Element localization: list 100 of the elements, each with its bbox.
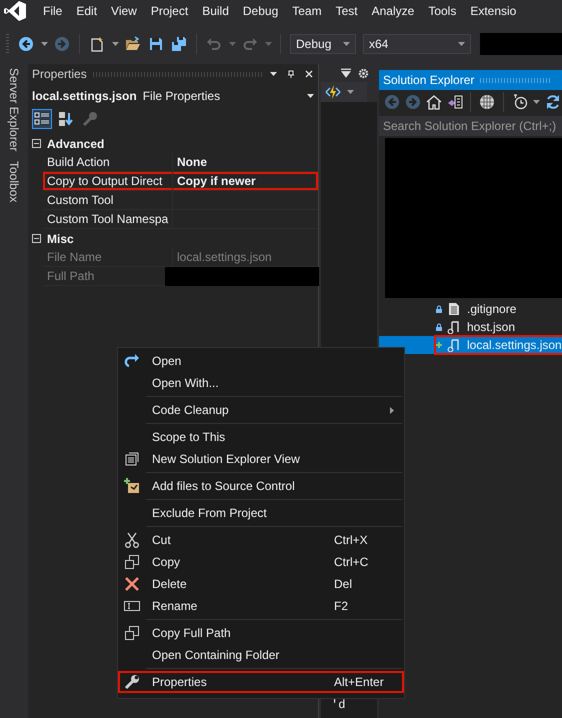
caret-icon bbox=[343, 42, 350, 46]
toolbar-button[interactable] bbox=[544, 92, 562, 112]
categorized-icon bbox=[34, 111, 50, 127]
caret-icon bbox=[40, 42, 48, 46]
json-file-icon bbox=[447, 338, 461, 352]
dropdown-field[interactable]: Debug bbox=[290, 34, 356, 54]
category-label: Misc bbox=[47, 232, 74, 246]
property-name: Build Action bbox=[43, 153, 173, 171]
caret-icon bbox=[270, 72, 276, 76]
caret-icon bbox=[533, 100, 540, 104]
caret-icon bbox=[307, 94, 314, 98]
history-icon bbox=[512, 94, 528, 110]
property-value[interactable]: None bbox=[173, 153, 318, 171]
menu-item[interactable]: Open Containing Folder bbox=[118, 644, 404, 666]
tree-item[interactable]: host.json bbox=[435, 318, 518, 336]
side-tab[interactable]: Server Explorer bbox=[7, 68, 21, 152]
menu-item[interactable]: Tools bbox=[421, 4, 464, 18]
menu-item[interactable]: Debug bbox=[236, 4, 286, 18]
caret-icon bbox=[228, 42, 236, 46]
wrench-icon bbox=[82, 111, 98, 127]
side-tab[interactable]: Toolbox bbox=[7, 161, 21, 203]
menu-item[interactable]: Test bbox=[328, 4, 365, 18]
menu-item[interactable]: Open bbox=[118, 350, 404, 372]
toolbar-button[interactable] bbox=[16, 34, 36, 54]
menu-item[interactable]: Code Cleanup bbox=[118, 399, 404, 421]
menu-item[interactable]: Build bbox=[195, 4, 236, 18]
save-all-icon bbox=[171, 36, 187, 52]
property-name: Custom Tool Namespa bbox=[43, 210, 173, 228]
lock-icon bbox=[435, 305, 443, 313]
home-icon bbox=[426, 94, 442, 110]
property-name: Custom Tool bbox=[43, 191, 173, 209]
switch-views-icon bbox=[446, 94, 462, 110]
redo-arrow-icon bbox=[124, 353, 140, 369]
settings-icon bbox=[358, 68, 369, 78]
view-button[interactable] bbox=[32, 109, 52, 129]
menu-item[interactable]: Extensio bbox=[463, 4, 524, 18]
menu-item[interactable]: Cut Ctrl+X bbox=[118, 529, 404, 551]
wrench-icon bbox=[124, 674, 140, 690]
category-label: Advanced bbox=[47, 136, 104, 150]
menu-item[interactable]: Edit bbox=[69, 4, 104, 18]
search-field[interactable]: Search Solution Explorer (Ctrl+;) bbox=[379, 116, 562, 136]
delete-icon bbox=[124, 576, 140, 592]
window-icon bbox=[124, 451, 140, 467]
panel-title: Properties bbox=[32, 67, 87, 81]
object-selector[interactable]: local.settings.json File Properties bbox=[28, 86, 318, 106]
new-file-icon bbox=[89, 36, 105, 52]
collapse-icon[interactable] bbox=[32, 139, 41, 148]
copy-icon bbox=[124, 554, 140, 570]
menu-item[interactable]: Rename F2 bbox=[118, 595, 404, 617]
submenu-arrow-icon bbox=[390, 406, 394, 414]
caret-icon bbox=[264, 42, 272, 46]
menu-item[interactable]: Scope to This bbox=[118, 426, 404, 448]
caret-icon bbox=[458, 42, 465, 46]
grip-icon[interactable] bbox=[6, 34, 9, 54]
menu-item[interactable]: Delete Del bbox=[118, 573, 404, 595]
back-icon bbox=[18, 36, 34, 52]
source-control-icon bbox=[124, 478, 140, 494]
menu-item[interactable]: Copy Ctrl+C bbox=[118, 551, 404, 573]
app-logo-icon bbox=[4, 1, 26, 21]
property-name: Copy to Output Direct bbox=[43, 172, 173, 190]
globe-icon bbox=[479, 94, 496, 110]
copy-icon bbox=[124, 625, 140, 641]
tab-list-button[interactable] bbox=[341, 66, 351, 80]
redo-icon bbox=[242, 36, 258, 52]
scissors-icon bbox=[124, 532, 140, 548]
menu-item[interactable]: Open With... bbox=[118, 372, 404, 394]
tree-item[interactable]: local.settings.json bbox=[435, 336, 562, 354]
menu-item[interactable]: Analyze bbox=[364, 4, 422, 18]
rename-icon bbox=[124, 598, 140, 614]
lightning-icon bbox=[325, 84, 341, 100]
toolbar-button[interactable] bbox=[169, 34, 189, 54]
collapse-icon[interactable] bbox=[32, 234, 41, 243]
menu-item[interactable]: Project bbox=[144, 4, 196, 18]
tree-item[interactable]: .gitignore bbox=[435, 300, 518, 318]
menu-item[interactable]: Add files to Source Control bbox=[118, 475, 404, 497]
back-icon bbox=[384, 94, 400, 110]
caret-icon bbox=[112, 42, 118, 46]
menu-item[interactable]: Team bbox=[285, 4, 329, 18]
tab-list-icon bbox=[341, 68, 351, 78]
property-value: local.settings.json bbox=[176, 249, 273, 266]
dropdown-field[interactable]: x64 bbox=[363, 34, 471, 54]
save-icon bbox=[148, 36, 164, 52]
menu-item[interactable]: View bbox=[104, 4, 144, 18]
property-value[interactable]: Copy if newer bbox=[173, 172, 318, 190]
code-text: 'd bbox=[331, 698, 346, 712]
plus-icon bbox=[435, 341, 443, 349]
close-icon bbox=[305, 70, 313, 78]
menu-item[interactable]: Properties Alt+Enter bbox=[118, 671, 404, 693]
toolbar-button[interactable] bbox=[511, 92, 530, 112]
menu-item[interactable]: File bbox=[36, 4, 70, 18]
undo-icon bbox=[206, 36, 222, 52]
settings-button[interactable] bbox=[358, 66, 369, 80]
toolbar-button[interactable] bbox=[478, 92, 496, 112]
lock-icon bbox=[435, 323, 443, 331]
menu-item[interactable]: New Solution Explorer View bbox=[118, 448, 404, 470]
navigation-dropdown[interactable] bbox=[321, 82, 367, 102]
menu-item[interactable]: Exclude From Project bbox=[118, 502, 404, 524]
panel-title: Solution Explorer bbox=[383, 73, 474, 87]
menu-item[interactable]: Copy Full Path bbox=[118, 622, 404, 644]
folder-icon bbox=[125, 36, 141, 52]
